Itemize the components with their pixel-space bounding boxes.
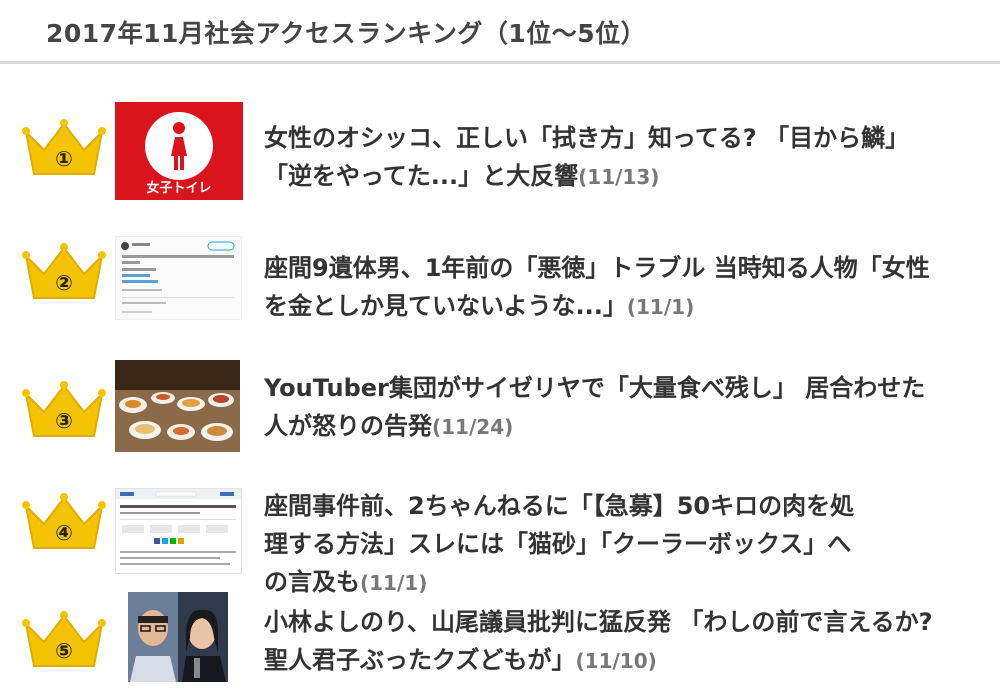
thumbnail-caption: 女子トイレ xyxy=(146,181,212,196)
ranking-item-3[interactable]: ③ YouTuber集団がサイゼリヤで「大量食べ残し」 居合わせた人が怒りの告発… xyxy=(0,360,1000,460)
crown-icon: ② xyxy=(22,242,106,302)
article-title-text: YouTuber集団がサイゼリヤで「大量食べ残し」 居合わせた人が怒りの告発 xyxy=(264,374,926,440)
restroom-sign-icon xyxy=(145,112,213,180)
article-date: (11/13) xyxy=(578,165,660,189)
tweet-screenshot-graphic xyxy=(121,241,235,313)
thumbnail-image[interactable]: 女子トイレ xyxy=(115,102,243,200)
article-date: (11/1) xyxy=(626,295,695,319)
crown-icon: ① xyxy=(22,118,106,178)
ranking-item-4[interactable]: ④ 座間事件前、2ちゃんねるに「【急募】50キロの肉を処理する方法」スレには「猫… xyxy=(0,486,1000,596)
rank-number: ② xyxy=(55,271,73,295)
ranking-item-2[interactable]: ② 座間9遺体男、1年前の「悪徳」トラブル 当時知る人物「女性を金としか見ていな… xyxy=(0,236,1000,336)
crown-icon: ④ xyxy=(22,492,106,552)
page-header: 2017年11月社会アクセスランキング（1位～5位） xyxy=(0,0,1000,64)
article-title[interactable]: 座間9遺体男、1年前の「悪徳」トラブル 当時知る人物「女性を金としか見ていないよ… xyxy=(264,249,944,326)
rank-number: ① xyxy=(55,147,73,171)
article-title[interactable]: 小林よしのり、山尾議員批判に猛反発 「わしの前で言えるか?聖人君子ぶったクズども… xyxy=(264,603,944,680)
article-title-text: 座間9遺体男、1年前の「悪徳」トラブル 当時知る人物「女性を金としか見ていないよ… xyxy=(264,254,930,320)
article-date: (11/10) xyxy=(575,649,657,673)
ranking-item-5[interactable]: ⑤ 小林よしのり、山尾議員批判に猛反発 「わしの前で言えるか?聖人君子ぶったクズ… xyxy=(0,592,1000,692)
article-title-text: 座間事件前、2ちゃんねるに「【急募】50キロの肉を処理する方法」スレには「猫砂」… xyxy=(264,492,855,596)
portrait-photo xyxy=(128,592,228,682)
crown-icon: ⑤ xyxy=(22,610,106,670)
thumbnail-image[interactable] xyxy=(115,236,242,320)
thumbnail-image[interactable] xyxy=(115,488,242,574)
food-table-photo xyxy=(115,360,240,452)
rank-number: ④ xyxy=(55,521,73,545)
thumbnail-image[interactable] xyxy=(128,592,228,682)
webpage-screenshot-graphic xyxy=(116,489,241,565)
ranking-item-1[interactable]: ① 女子トイレ 女性のオシッコ、正しい「拭き方」知ってる? 「目から鱗」「逆をや… xyxy=(0,100,1000,200)
article-title[interactable]: YouTuber集団がサイゼリヤで「大量食べ残し」 居合わせた人が怒りの告発(1… xyxy=(264,369,944,446)
article-date: (11/24) xyxy=(432,415,514,439)
rank-number: ⑤ xyxy=(55,639,73,663)
article-title[interactable]: 座間事件前、2ちゃんねるに「【急募】50キロの肉を処理する方法」スレには「猫砂」… xyxy=(264,487,864,602)
crown-icon: ③ xyxy=(22,380,106,440)
page-title: 2017年11月社会アクセスランキング（1位～5位） xyxy=(46,19,647,48)
article-title[interactable]: 女性のオシッコ、正しい「拭き方」知ってる? 「目から鱗」「逆をやってた...」と… xyxy=(264,119,944,196)
rank-number: ③ xyxy=(55,409,73,433)
thumbnail-image[interactable] xyxy=(115,360,240,452)
